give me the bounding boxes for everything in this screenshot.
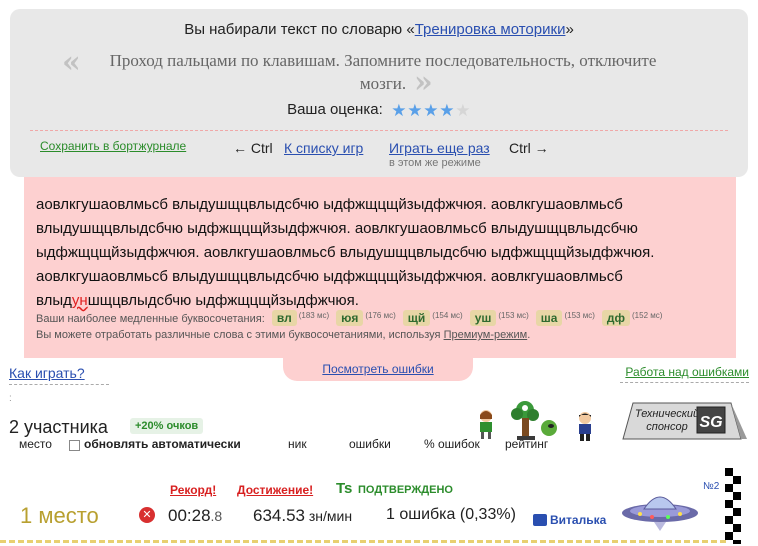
quote-close-icon: »	[414, 65, 433, 100]
participants-count: 2 участника	[9, 417, 108, 437]
rating-star-icon[interactable]: ★	[423, 102, 439, 119]
slow-combo-time: (152 мс)	[632, 311, 663, 320]
slow-combo-time: (154 мс)	[432, 311, 463, 320]
practice-hint: Вы можете отработать различные слова с э…	[36, 329, 530, 341]
sponsor-logo: SG	[699, 414, 722, 431]
headline-prefix: Вы набирали текст по словарю «	[184, 21, 415, 38]
slow-combo-time: (153 мс)	[498, 311, 529, 320]
dictionary-description: Проход пальцами по клавишам. Запомните п…	[109, 51, 657, 93]
work-on-errors-underline	[620, 382, 749, 383]
error-x-icon[interactable]: ✕	[139, 507, 155, 523]
errors-value: 1 ошибка (0,33%)	[386, 506, 516, 524]
username: Виталька	[550, 513, 607, 527]
time-fraction: .8	[210, 508, 223, 524]
slow-combo: юя	[336, 310, 364, 326]
rating-star-icon[interactable]: ★	[439, 102, 455, 119]
play-again-link[interactable]: Играть еще раз	[389, 140, 490, 156]
slow-combinations: Ваши наиболее медленные буквосочетания: …	[36, 310, 665, 326]
games-list-link[interactable]: К списку игр	[284, 140, 363, 156]
rating-row: Ваша оценка: ★★★★★	[10, 101, 748, 120]
slow-combo-time: (183 мс)	[298, 311, 330, 320]
boy-avatar-icon	[579, 412, 591, 441]
sponsor-line1: Технический	[635, 408, 699, 420]
ts-badge-icon: Ts	[336, 480, 353, 497]
slow-combo: щй	[402, 310, 431, 326]
save-to-logbook-link[interactable]: Сохранить в бортжурнале	[40, 139, 186, 153]
slow-combinations-label: Ваши наиболее медленные буквосочетания:	[36, 313, 265, 325]
dictionary-headline: Вы набирали текст по словарю «Тренировка…	[10, 21, 748, 38]
column-nick: ник	[288, 437, 307, 451]
typed-text-after: шщцвлыдсбчю ыдфжщцщйзыдфжчюя.	[87, 292, 359, 309]
rating-label: Ваша оценка:	[287, 101, 383, 118]
verified-label: ПОДТВЕРЖДЕНО	[358, 484, 453, 496]
error-percent: (0,33%)	[455, 506, 516, 523]
ctrl-right-hint: Ctrl →	[509, 140, 549, 156]
place-label: 1 место	[20, 503, 99, 528]
bonus-badge: +20% очков	[130, 418, 204, 434]
ufo-car-icon[interactable]	[620, 483, 700, 533]
how-to-play-link[interactable]: Как играть?	[9, 365, 85, 381]
race-track-line	[0, 540, 726, 543]
girl-avatar-icon	[480, 410, 492, 439]
slow-combo: ша	[535, 310, 563, 326]
slow-combo-time: (153 мс)	[564, 311, 595, 320]
tree-creature-avatar-icon	[511, 401, 557, 440]
rating-star-icon[interactable]: ★	[455, 102, 471, 119]
autoupdate-label: обновлять автоматически	[84, 437, 241, 451]
user-card-icon	[533, 514, 547, 526]
finish-flag-icon	[725, 468, 741, 544]
typed-text: аовлкгушаовлмьсб влыдушщцвлыдсбчю ыдфжщц…	[36, 193, 716, 313]
speed-unit: зн/мин	[305, 508, 353, 524]
column-place: место	[19, 437, 52, 451]
typed-text-panel: аовлкгушаовлмьсб влыдушщцвлыдсбчю ыдфжщц…	[24, 177, 736, 358]
show-errors-link[interactable]: Посмотреть ошибки	[322, 362, 433, 376]
autoupdate-checkbox[interactable]	[69, 440, 80, 451]
column-error-percent: % ошибок	[424, 437, 480, 451]
rating-stars[interactable]: ★★★★★	[391, 102, 471, 120]
premium-mode-link[interactable]: Премиум-режим	[444, 329, 528, 341]
dictionary-link[interactable]: Тренировка моторики	[415, 21, 566, 38]
menu-dots-icon[interactable]: :	[9, 394, 12, 404]
play-again-subtitle: в этом же режиме	[389, 157, 481, 169]
sponsor-line2: спонсор	[646, 421, 687, 433]
slow-combo: дф	[601, 310, 630, 326]
slow-combo-time: (176 мс)	[365, 311, 396, 320]
rating-star-icon[interactable]: ★	[391, 102, 407, 119]
slow-combo: уш	[469, 310, 497, 326]
headline-suffix: »	[565, 21, 574, 38]
sponsor-banner[interactable]: Технический спонсор SG	[621, 401, 749, 441]
speed-number: 634.53	[253, 506, 305, 525]
slow-combo: вл	[271, 310, 297, 326]
results-summary-panel: Вы набирали текст по словарю «Тренировка…	[10, 9, 748, 177]
show-errors-tab: Посмотреть ошибки	[283, 356, 473, 381]
user-profile-link[interactable]: Виталька	[533, 513, 606, 527]
car-number: №2	[703, 481, 720, 492]
column-errors: ошибки	[349, 437, 391, 451]
quote-open-icon: «	[62, 45, 81, 80]
speed-value: 634.53 зн/мин	[253, 506, 352, 526]
time-value: 00:28.8	[168, 506, 222, 526]
work-on-errors-link[interactable]: Работа над ошибками	[625, 365, 749, 379]
record-badge[interactable]: Рекорд!	[170, 483, 216, 497]
rating-star-icon[interactable]: ★	[407, 102, 423, 119]
practice-prefix: Вы можете отработать различные слова с э…	[36, 329, 444, 341]
time-main: 00:28	[168, 506, 211, 525]
ctrl-left-hint: ← Ctrl	[233, 140, 273, 156]
practice-suffix: .	[527, 329, 531, 341]
summary-divider	[30, 130, 728, 131]
how-to-play-underline	[9, 384, 109, 385]
typo-mark: ун	[71, 292, 88, 309]
achievement-badge[interactable]: Достижение!	[237, 483, 313, 497]
error-count: 1 ошибка	[386, 506, 456, 523]
slow-combination-list: вл (183 мс) юя (176 мс) щй (154 мс) уш (153 мс)…	[268, 310, 666, 326]
